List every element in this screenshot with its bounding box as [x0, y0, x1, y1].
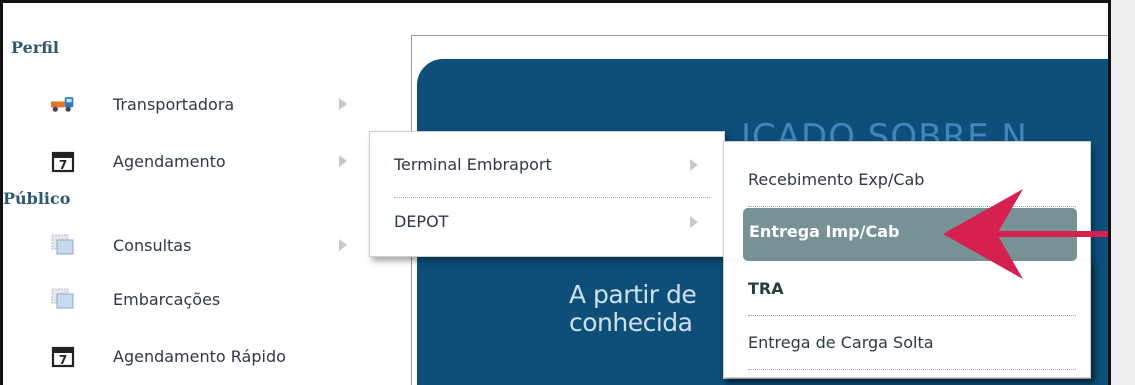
chevron-right-icon	[690, 159, 698, 171]
calendar-number: 7	[59, 353, 67, 367]
sidebar-item-label: Consultas	[113, 235, 192, 255]
submenu-item-label: Entrega de Carga Solta	[748, 333, 934, 352]
sidebar-item-agendamento[interactable]: 7 Agendamento	[51, 144, 371, 178]
menu-separator	[394, 197, 710, 198]
sidebar-item-label: Agendamento	[113, 151, 226, 171]
submenu-item-label: Recebimento Exp/Cab	[748, 170, 925, 189]
banner-text-line2: conhecida	[569, 308, 693, 337]
sidebar-item-consultas[interactable]: Consultas	[51, 228, 371, 262]
sidebar-item-label: Agendamento Rápido	[113, 346, 286, 366]
section-title-publico: Público	[3, 189, 71, 208]
section-title-perfil: Perfil	[11, 38, 59, 57]
window-icon	[51, 233, 75, 257]
chevron-right-icon	[690, 216, 698, 228]
sidebar-item-label: Transportadora	[113, 94, 235, 114]
sidebar-item-label: Embarcações	[113, 289, 221, 309]
banner-text-line1: A partir de	[569, 280, 697, 309]
chevron-right-icon	[339, 155, 347, 167]
red-pointer-arrow-icon	[943, 189, 1108, 279]
submenu-item-depot[interactable]: DEPOT	[370, 212, 724, 242]
banner-text: A partir de conhecida	[569, 280, 697, 337]
menu-separator	[748, 369, 1076, 370]
submenu-item-label: Terminal Embraport	[394, 155, 552, 174]
chevron-right-icon	[339, 239, 347, 251]
calendar-icon: 7	[51, 149, 75, 173]
submenu-item-label: TRA	[748, 279, 784, 298]
window-icon	[51, 287, 75, 311]
sidebar-item-embarcacoes[interactable]: Embarcações	[51, 282, 371, 316]
submenu-item-terminal-embraport[interactable]: Terminal Embraport	[370, 155, 724, 185]
sidebar-item-agendamento-rapido[interactable]: 7 Agendamento Rápido	[51, 339, 371, 373]
chevron-right-icon	[339, 98, 347, 110]
sidebar-item-transportadora[interactable]: Transportadora	[51, 87, 371, 121]
calendar-number: 7	[59, 158, 67, 172]
right-margin	[1111, 0, 1135, 385]
submenu-item-label: DEPOT	[394, 212, 449, 231]
truck-icon	[51, 92, 75, 116]
submenu-item-entrega-carga-solta[interactable]: Entrega de Carga Solta	[724, 333, 1090, 361]
calendar-icon: 7	[51, 344, 75, 368]
submenu-item-label: Entrega Imp/Cab	[749, 222, 900, 241]
menu-separator	[748, 315, 1076, 316]
app-frame: Perfil Transportadora 7 Agendamento Públ…	[0, 0, 1111, 385]
submenu-agendamento: Terminal Embraport DEPOT	[369, 131, 725, 257]
